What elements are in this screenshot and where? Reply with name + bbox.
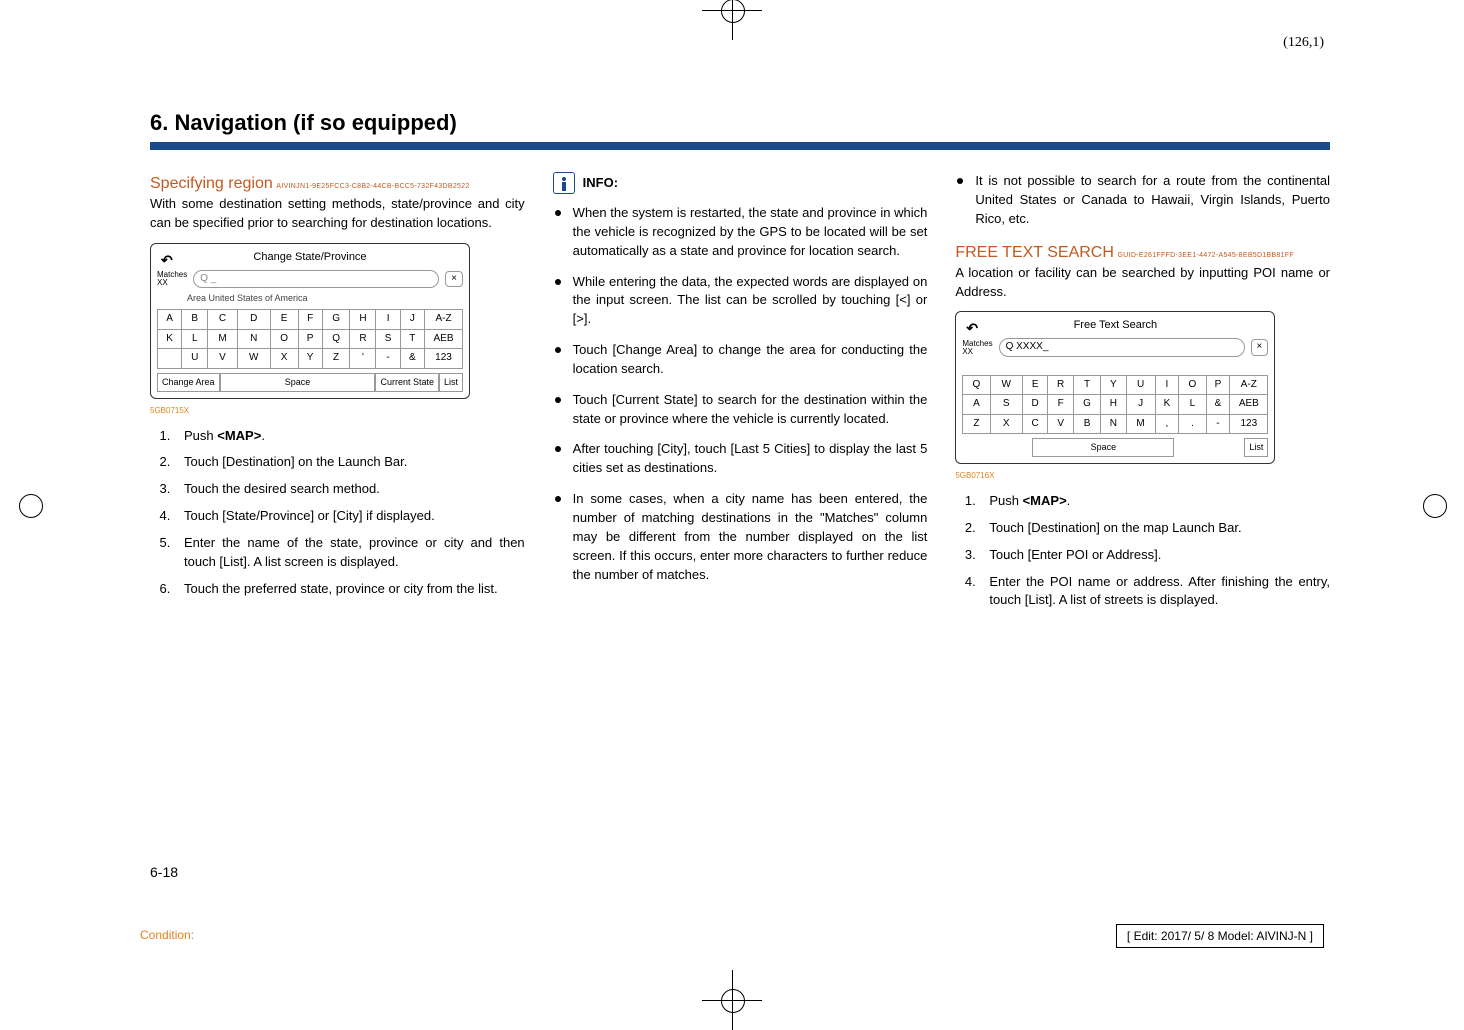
bullet-item: It is not possible to search for a route… [955, 172, 1330, 229]
info-label: INFO: [583, 174, 618, 193]
search-box: Q _ [193, 270, 439, 289]
bullet-item: Touch [Change Area] to change the area f… [553, 341, 928, 379]
bullet-item: Touch [Current State] to search for the … [553, 391, 928, 429]
step-item: Touch [Destination] on the Launch Bar. [174, 453, 525, 472]
crop-mark-right [1414, 485, 1454, 525]
step-item: Touch [Destination] on the map Launch Ba… [979, 519, 1330, 538]
page-content: 6. Navigation (if so equipped) Specifyin… [150, 110, 1330, 618]
matches-label: Matches XX [157, 271, 187, 287]
step-item: Touch the preferred state, province or c… [174, 580, 525, 599]
step-item: Enter the POI name or address. After fin… [979, 573, 1330, 611]
list-button: List [1244, 438, 1268, 457]
crop-mark-top [702, 0, 762, 40]
space-button: Space [220, 373, 376, 392]
space-button: Space [1032, 438, 1174, 457]
image-reference: 5GB0716X [955, 470, 1330, 482]
column-1: Specifying region AIVINJN1-9E25FCC3-C8B2… [150, 172, 525, 618]
keyboard: ABCDEFGHIJA-Z KLMNOPQRSTAEB UVWXYZ'-&123… [157, 309, 463, 392]
step-item: Touch [State/Province] or [City] if disp… [174, 507, 525, 526]
bullet-item: In some cases, when a city name has been… [553, 490, 928, 584]
info-bullets: When the system is restarted, the state … [553, 204, 928, 584]
image-reference: 5GB0715X [150, 405, 525, 417]
keyboard: QWERTYUIOPA-Z ASDFGHJKL&AEB ZXCVBNM,.-12… [962, 375, 1268, 458]
section-heading: Specifying region [150, 175, 273, 192]
back-icon: ↶ [966, 318, 978, 338]
screenshot-change-state: ↶ Change State/Province Matches XX Q _ ×… [150, 243, 470, 399]
area-label: Area United States of America [187, 292, 463, 305]
guid-code: AIVINJN1-9E25FCC3-C8B2-44CB-BCC5-732F43D… [276, 182, 469, 192]
condition-label: Condition: [140, 928, 194, 942]
edit-info-box: [ Edit: 2017/ 5/ 8 Model: AIVINJ-N ] [1116, 924, 1324, 948]
column-3: It is not possible to search for a route… [955, 172, 1330, 618]
screenshot-title: Free Text Search [1074, 319, 1158, 331]
list-button: List [439, 373, 463, 392]
step-item: Touch [Enter POI or Address]. [979, 546, 1330, 565]
top-bullet: It is not possible to search for a route… [955, 172, 1330, 229]
step-item: Enter the name of the state, province or… [174, 534, 525, 572]
section-heading: FREE TEXT SEARCH [955, 244, 1114, 261]
page-number: 6-18 [150, 864, 178, 880]
step-item: Push <MAP>. [174, 427, 525, 446]
bullet-item: While entering the data, the expected wo… [553, 273, 928, 330]
search-box: Q XXXX_ [999, 338, 1245, 357]
column-2: INFO: When the system is restarted, the … [553, 172, 928, 618]
matches-label: Matches XX [962, 340, 992, 356]
steps-list: Push <MAP>. Touch [Destination] on the L… [150, 427, 525, 599]
crop-mark-bottom [702, 970, 762, 1030]
change-area-button: Change Area [157, 373, 220, 392]
intro-paragraph: A location or facility can be searched b… [955, 264, 1330, 302]
content-columns: Specifying region AIVINJN1-9E25FCC3-C8B2… [150, 172, 1330, 618]
clear-icon: × [1251, 339, 1269, 356]
step-item: Push <MAP>. [979, 492, 1330, 511]
intro-paragraph: With some destination setting methods, s… [150, 195, 525, 233]
back-icon: ↶ [161, 250, 173, 270]
clear-icon: × [445, 271, 463, 288]
bullet-item: When the system is restarted, the state … [553, 204, 928, 261]
guid-code: GUID-E261FFFD-3EE1-4472-A545-8EB5D1BB81F… [1118, 251, 1294, 261]
step-item: Touch the desired search method. [174, 480, 525, 499]
crop-mark-left [10, 485, 50, 525]
page-coordinates: (126,1) [1283, 35, 1324, 51]
info-heading: INFO: [553, 172, 928, 194]
screenshot-free-text: ↶ Free Text Search Matches XX Q XXXX_ × … [955, 311, 1275, 464]
info-icon [553, 172, 575, 194]
bullet-item: After touching [City], touch [Last 5 Cit… [553, 440, 928, 478]
steps-list: Push <MAP>. Touch [Destination] on the m… [955, 492, 1330, 610]
chapter-title: 6. Navigation (if so equipped) [150, 110, 1330, 136]
screenshot-title: Change State/Province [253, 251, 366, 263]
current-state-button: Current State [375, 373, 439, 392]
chapter-rule [150, 142, 1330, 150]
